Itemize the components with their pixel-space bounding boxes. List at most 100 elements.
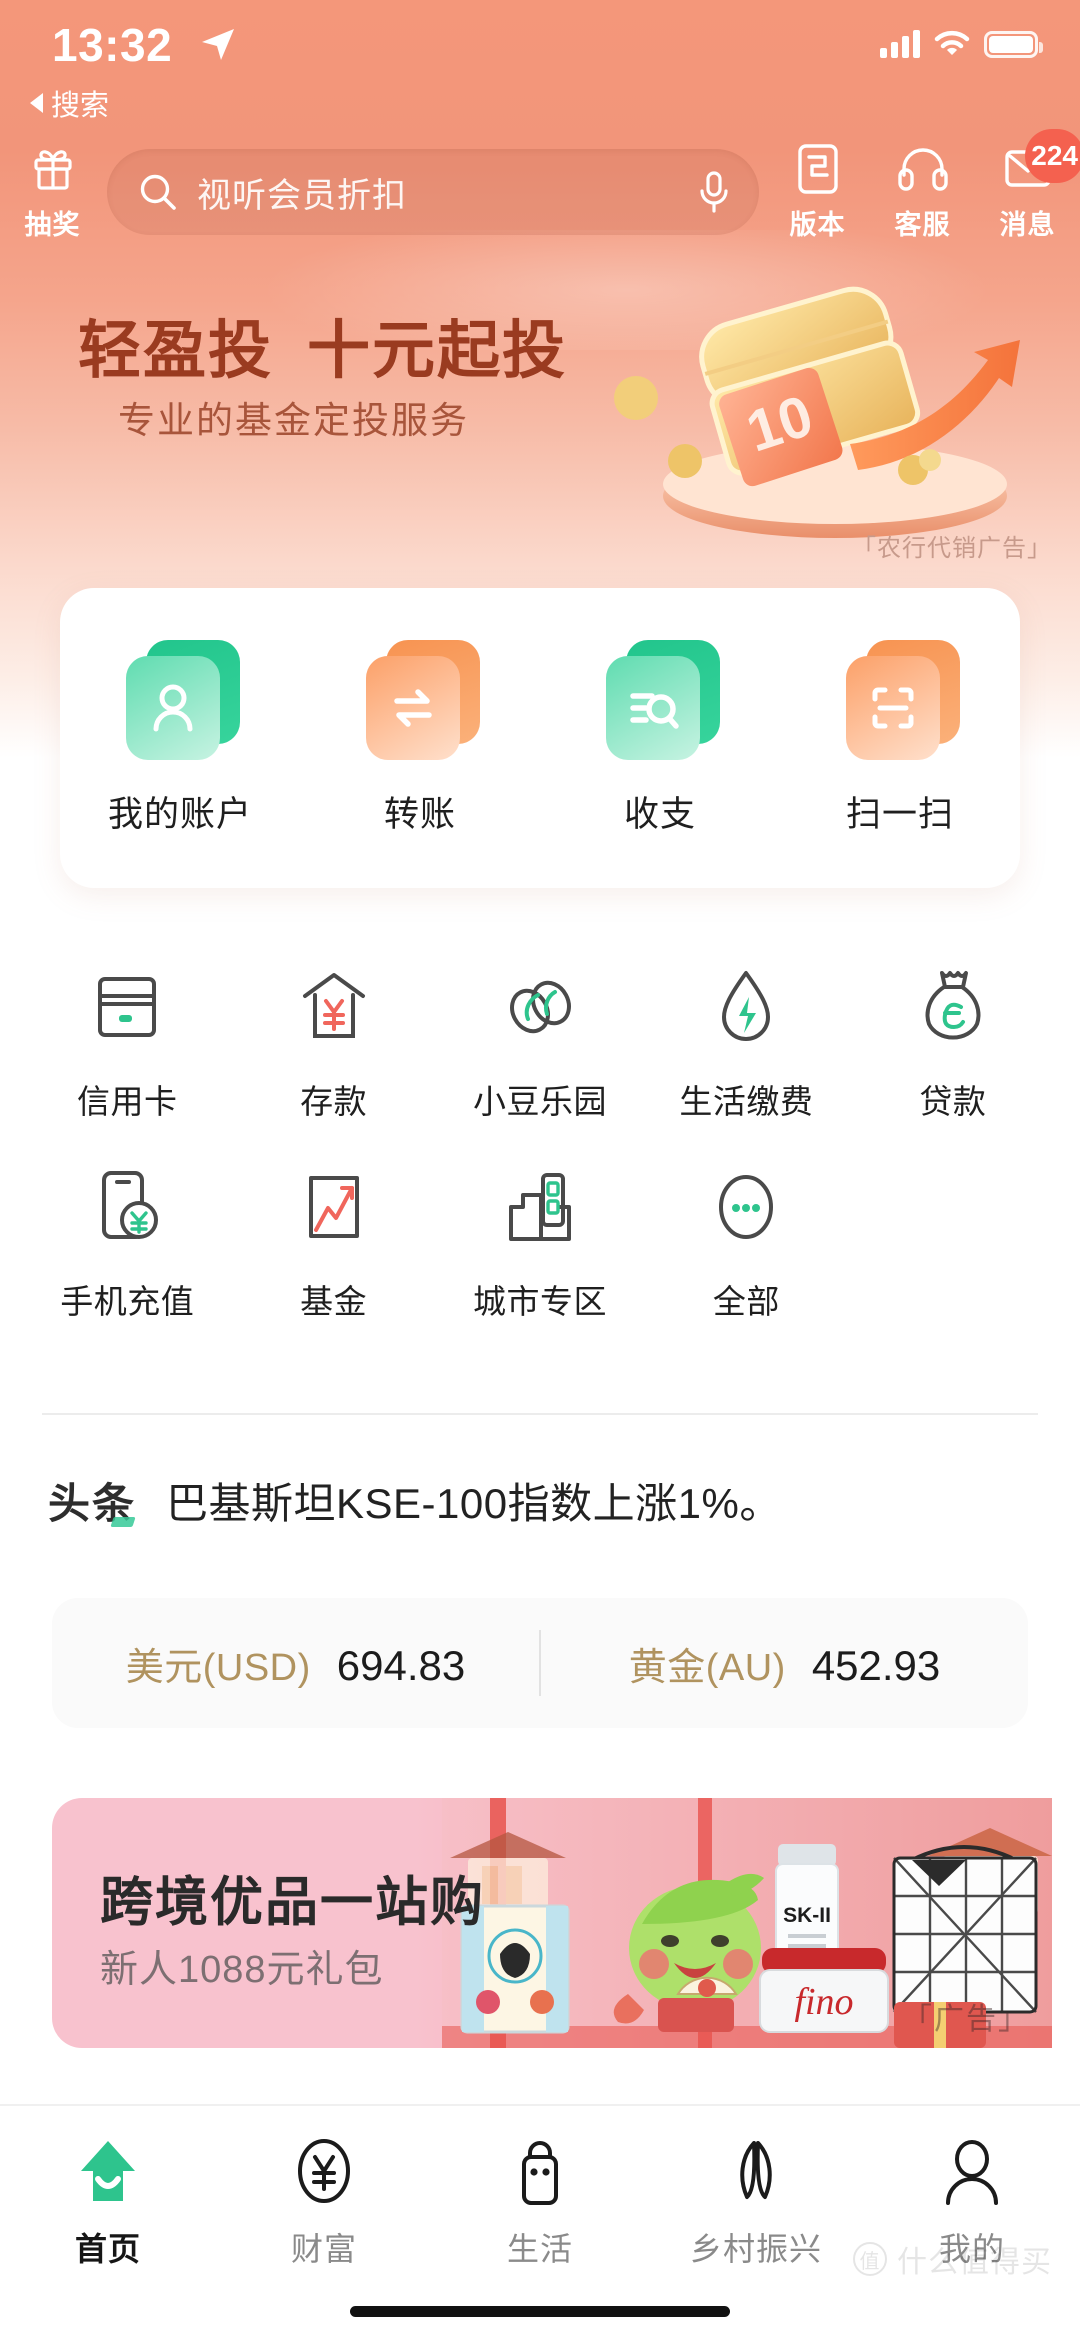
customer-service-label: 客服	[894, 209, 951, 240]
messages-button[interactable]: 224 消息	[975, 128, 1080, 242]
home-icon	[73, 2132, 143, 2210]
service-fund[interactable]: 基金	[230, 1145, 436, 1345]
tab-rural-revitalization[interactable]: 乡村振兴	[648, 2132, 864, 2270]
rate-name: 美元(USD)	[125, 1646, 311, 1689]
rate-value: 694.83	[336, 1641, 466, 1689]
services-grid: 信用卡 存款 小豆乐园 生活缴费 贷款 手机充值 基金 城市专区 全部	[0, 945, 1080, 1345]
microphone-icon[interactable]	[695, 169, 733, 215]
quick-action-label: 收支	[623, 794, 696, 834]
search-input[interactable]: 视听会员折扣	[107, 149, 759, 235]
service-credit-card[interactable]: 信用卡	[24, 945, 230, 1145]
service-label: 小豆乐园	[473, 1083, 608, 1120]
quick-action-label: 转账	[383, 794, 456, 834]
service-label: 信用卡	[76, 1083, 178, 1120]
watermark: 值 什么值得买	[853, 2237, 1052, 2281]
version-button[interactable]: 版本	[765, 143, 870, 242]
back-label: 搜索	[51, 90, 110, 122]
tab-home[interactable]: 首页	[0, 2132, 216, 2270]
section-divider	[42, 1413, 1038, 1415]
credit-card-icon	[88, 959, 166, 1055]
messages-badge: 224	[1025, 128, 1080, 183]
service-label: 存款	[300, 1083, 368, 1120]
watermark-mark: 值	[853, 2242, 887, 2276]
profile-person-icon	[939, 2132, 1005, 2210]
quick-action-label: 扫一扫	[845, 794, 954, 834]
service-utility-payment[interactable]: 生活缴费	[643, 945, 849, 1145]
exchange-rates-card: 美元(USD) 694.83 黄金(AU) 452.93	[52, 1598, 1028, 1728]
hero-title-part1: 轻盈投	[78, 316, 273, 386]
service-mobile-topup[interactable]: 手机充值	[24, 1145, 230, 1345]
search-icon	[140, 174, 176, 210]
service-label: 基金	[300, 1283, 368, 1320]
wealth-yen-icon	[291, 2132, 357, 2210]
transfer-arrows-icon	[360, 639, 480, 760]
home-indicator[interactable]	[350, 2306, 730, 2317]
phone-topup-icon	[88, 1159, 166, 1255]
quick-action-label: 我的账户	[107, 794, 252, 834]
rural-leaf-icon	[723, 2132, 789, 2210]
tab-label: 乡村振兴	[689, 2231, 822, 2267]
watermark-text: 什么值得买	[897, 2246, 1052, 2279]
customer-service-button[interactable]: 客服	[870, 143, 975, 242]
city-buildings-icon	[499, 1159, 581, 1255]
tab-life[interactable]: 生活	[432, 2132, 648, 2270]
battery-icon	[984, 30, 1043, 58]
deposit-house-yen-icon	[295, 959, 373, 1055]
gift-icon	[28, 143, 78, 195]
status-bar-indicators	[880, 30, 1043, 58]
hero-title: 轻盈投 十元起投	[78, 300, 567, 391]
more-dots-icon	[708, 1159, 784, 1255]
quick-actions-card: 我的账户 转账 收支 扫一扫	[60, 588, 1020, 888]
rate-name: 黄金(AU)	[628, 1646, 786, 1689]
rate-item-gold[interactable]: 黄金(AU) 452.93	[541, 1636, 1028, 1691]
utility-droplet-bolt-icon	[710, 959, 782, 1055]
tab-label: 生活	[506, 2231, 573, 2267]
bottom-tab-bar: 首页 财富 生活 乡村振兴 我的	[0, 2104, 1080, 2339]
service-loan[interactable]: 贷款	[850, 945, 1056, 1145]
promo-title: 跨境优品一站购	[100, 1873, 485, 1932]
svg-text:SK-II: SK-II	[783, 1904, 831, 1927]
service-all[interactable]: 全部	[643, 1145, 849, 1345]
services-row-2: 手机充值 基金 城市专区 全部	[0, 1145, 1080, 1345]
service-deposit[interactable]: 存款	[230, 945, 436, 1145]
app-header: 抽奖 视听会员折扣 版本 客服 224 消息	[0, 128, 1080, 252]
service-label: 手机充值	[60, 1283, 195, 1320]
tab-label: 财富	[290, 2231, 357, 2267]
headset-icon	[897, 143, 949, 195]
back-triangle-icon	[30, 93, 43, 113]
qr-scan-icon	[840, 639, 960, 760]
service-city-zone[interactable]: 城市专区	[437, 1145, 643, 1345]
quick-action-income-expense[interactable]: 收支	[540, 639, 780, 837]
promo-ad-label: 「广告」	[902, 2003, 1030, 2036]
version-doc-icon	[795, 143, 841, 195]
tab-wealth[interactable]: 财富	[216, 2132, 432, 2270]
version-label: 版本	[789, 209, 846, 240]
service-bean-park[interactable]: 小豆乐园	[437, 945, 643, 1145]
cellular-signal-icon	[880, 30, 920, 58]
treasure-chest-illustration: 10	[614, 286, 1020, 538]
headline-row[interactable]: 头条 巴基斯坦KSE-100指数上涨1%。	[48, 1455, 1038, 1545]
messages-label: 消息	[999, 209, 1056, 240]
service-label: 生活缴费	[679, 1083, 814, 1120]
income-expense-search-icon	[600, 639, 720, 760]
status-bar: 13:32	[0, 0, 1080, 100]
life-bag-icon	[509, 2132, 571, 2210]
beans-icon	[498, 959, 582, 1055]
quick-action-transfer[interactable]: 转账	[300, 639, 540, 837]
services-row-1: 信用卡 存款 小豆乐园 生活缴费 贷款	[0, 945, 1080, 1145]
quick-action-my-account[interactable]: 我的账户	[60, 639, 300, 837]
hero-subtitle: 专业的基金定投服务	[118, 400, 469, 441]
quick-action-scan[interactable]: 扫一扫	[780, 639, 1020, 837]
fund-chart-icon	[296, 1159, 372, 1255]
back-to-search-link[interactable]: 搜索	[30, 82, 109, 124]
rate-item-usd[interactable]: 美元(USD) 694.83	[52, 1636, 539, 1691]
location-arrow-icon	[202, 29, 234, 60]
svg-text:fino: fino	[794, 1981, 853, 2023]
hero-title-part2: 十元起投	[307, 316, 567, 386]
lottery-button[interactable]: 抽奖	[0, 143, 105, 242]
wifi-icon	[934, 30, 970, 55]
account-person-icon	[120, 639, 240, 760]
loan-moneybag-e-icon	[915, 959, 991, 1055]
cross-border-promo-card[interactable]: SK-II fino 跨境优品一站购 新人1088元礼包 「广告」	[52, 1798, 1052, 2048]
status-bar-time: 13:32	[52, 19, 173, 71]
